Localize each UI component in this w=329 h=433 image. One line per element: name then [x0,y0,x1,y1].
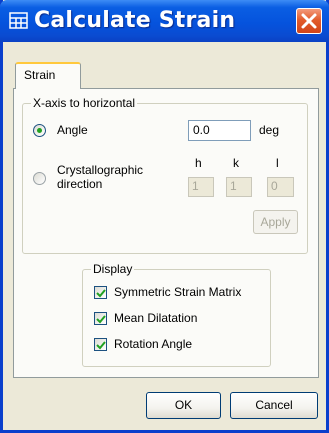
h-label: h [195,156,202,170]
tab-strain-label: Strain [24,68,56,82]
close-button[interactable] [296,8,322,34]
mean-dilatation-checkbox[interactable] [94,312,107,325]
rotation-angle-label: Rotation Angle [114,337,193,351]
window-title: Calculate Strain [34,8,236,33]
mean-dilatation-label: Mean Dilatation [114,311,198,325]
rotation-angle-checkbox[interactable] [94,338,107,351]
strain-tab-page: X-axis to horizontal Angle 0.0 deg h k l… [13,88,319,378]
angle-radio[interactable] [33,124,46,137]
checkmark-icon [96,315,106,324]
tab-strain[interactable]: Strain [15,62,81,89]
ok-button[interactable]: OK [146,392,221,419]
direction-label: direction [57,177,103,191]
symmetric-strain-matrix-label: Symmetric Strain Matrix [114,285,242,299]
symmetric-strain-matrix-checkbox[interactable] [94,286,107,299]
xaxis-group-label: X-axis to horizontal [31,96,138,110]
k-input[interactable]: 1 [226,177,252,197]
app-icon [9,11,28,30]
apply-button[interactable]: Apply [253,210,298,234]
crystallographic-direction-radio[interactable] [33,172,46,185]
cancel-button[interactable]: Cancel [230,392,318,419]
h-input[interactable]: 1 [188,177,214,197]
close-icon [301,13,317,29]
display-groupbox: Display Symmetric Strain Matrix Mean Dil… [82,262,271,367]
checkmark-icon [96,341,106,350]
checkmark-icon [96,289,106,298]
calculate-strain-dialog: Calculate Strain Strain X-axis to horizo… [0,0,329,433]
display-group-label: Display [91,262,135,276]
crystallographic-label: Crystallographic [57,163,144,177]
angle-label: Angle [57,123,88,137]
title-bar[interactable]: Calculate Strain [0,0,329,42]
l-label: l [276,156,279,170]
k-label: k [233,156,239,170]
xaxis-groupbox: X-axis to horizontal Angle 0.0 deg h k l… [22,96,308,254]
angle-input[interactable]: 0.0 [188,120,251,141]
l-input[interactable]: 0 [267,177,294,197]
angle-unit-label: deg [259,123,280,137]
